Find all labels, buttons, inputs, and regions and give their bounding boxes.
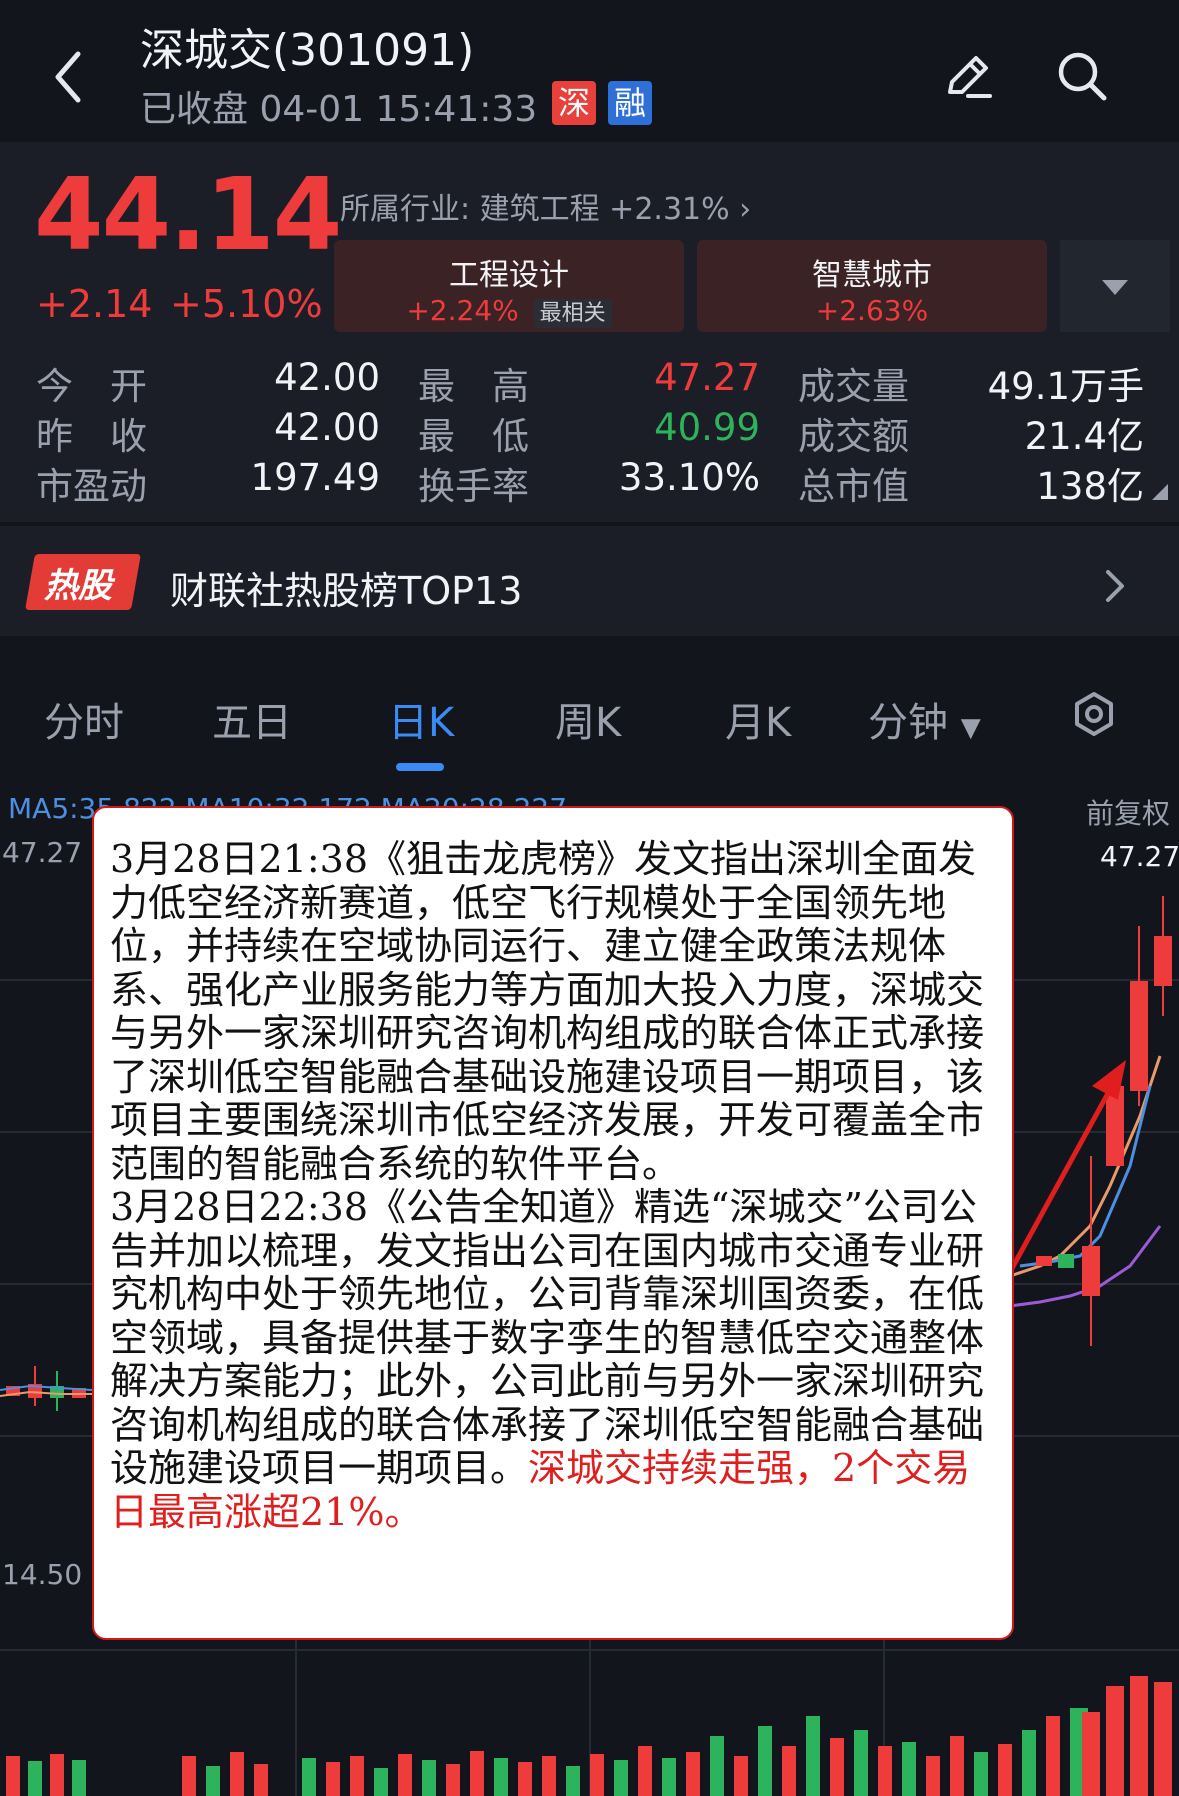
prev-close-value: 42.00 (274, 406, 380, 449)
news-paragraph-2: 3月28日22:38《公告全知道》精选“深城交”公司公告并加以梳理，发文指出公司… (110, 1185, 985, 1534)
low-value: 40.99 (654, 406, 760, 449)
concept-name: 工程设计 (449, 258, 569, 293)
search-icon[interactable] (1052, 46, 1112, 106)
tab-intraday[interactable]: 分时 (44, 690, 124, 748)
concept-card-1[interactable]: 工程设计 +2.24% 最相关 (334, 240, 684, 332)
concept-change: +2.24% 最相关 (334, 294, 684, 328)
news-paragraph-1: 3月28日21:38《狙击龙虎榜》发文指出深圳全面发力低空经济新赛道，低空飞行规… (110, 837, 985, 1186)
market-status: 已收盘 04-01 15:41:33 (140, 89, 538, 130)
turnover-label: 换手率 (418, 465, 529, 508)
amount-label: 成交额 (798, 415, 909, 458)
volume-label: 成交量 (798, 365, 909, 408)
candles-left (0, 1366, 93, 1411)
chevron-right-icon: › (739, 192, 752, 227)
settings-icon[interactable] (1070, 690, 1118, 738)
price-adjust-label[interactable]: 前复权 (1086, 792, 1170, 832)
stock-title: 深城交(301091) (140, 25, 475, 76)
most-related-badge: 最相关 (533, 299, 612, 328)
concept-card-2[interactable]: 智慧城市 +2.63% (697, 240, 1047, 332)
open-label: 今 开 (36, 365, 147, 408)
margin-badge: 融 (608, 81, 652, 125)
news-popup-text: 3月28日21:38《狙击龙虎榜》发文指出深圳全面发力低空经济新赛道，低空飞行规… (110, 837, 990, 1534)
hot-badge-label: 热股 (44, 566, 112, 606)
amount-value: 21.4亿 (1024, 415, 1144, 458)
industry-label: 所属行业: 建筑工程 +2.31% (340, 192, 730, 227)
concept-name: 智慧城市 (812, 258, 932, 293)
hot-rank-text: 财联社热股榜TOP13 (170, 569, 523, 613)
edit-icon[interactable] (938, 46, 998, 106)
turnover-value: 33.10% (618, 456, 760, 499)
expand-corner-icon[interactable] (1152, 484, 1168, 500)
market-cap-value: 138亿 (1036, 465, 1144, 508)
tab-minute[interactable]: 分钟 ▼ (868, 690, 981, 748)
price-change: +2.14 (36, 282, 153, 326)
prev-close-label: 昨 收 (36, 415, 147, 458)
y-axis-min-label: 14.50 (2, 1558, 83, 1591)
pe-value: 197.49 (250, 456, 380, 499)
caret-down-icon (1102, 280, 1128, 295)
exchange-badge: 深 (552, 81, 596, 125)
high-value: 47.27 (654, 356, 760, 399)
chevron-right-icon (1106, 570, 1124, 602)
industry-link[interactable]: 所属行业: 建筑工程 +2.31% › (340, 184, 751, 228)
tab-five-day[interactable]: 五日 (212, 690, 292, 748)
tab-weekly-k[interactable]: 周K (555, 690, 621, 748)
y-axis-max-label: 47.27 (2, 836, 83, 869)
price-change-percent: +5.10% (170, 282, 323, 326)
high-label: 最 高 (418, 365, 529, 408)
caret-down-icon: ▼ (960, 713, 981, 743)
high-price-marker: 47.27 (1100, 840, 1179, 873)
more-concepts-button[interactable] (1060, 240, 1170, 332)
open-value: 42.00 (274, 356, 380, 399)
last-price: 44.14 (34, 156, 342, 273)
pe-label: 市盈动 (36, 465, 147, 508)
concept-change: +2.63% (815, 294, 929, 327)
active-tab-indicator (396, 763, 444, 771)
tab-monthly-k[interactable]: 月K (725, 690, 791, 748)
low-label: 最 低 (418, 415, 529, 458)
back-arrow-icon[interactable] (40, 42, 100, 112)
market-cap-label: 总市值 (798, 465, 909, 508)
tab-daily-k[interactable]: 日K (388, 690, 454, 748)
volume-value: 49.1万手 (987, 365, 1144, 408)
